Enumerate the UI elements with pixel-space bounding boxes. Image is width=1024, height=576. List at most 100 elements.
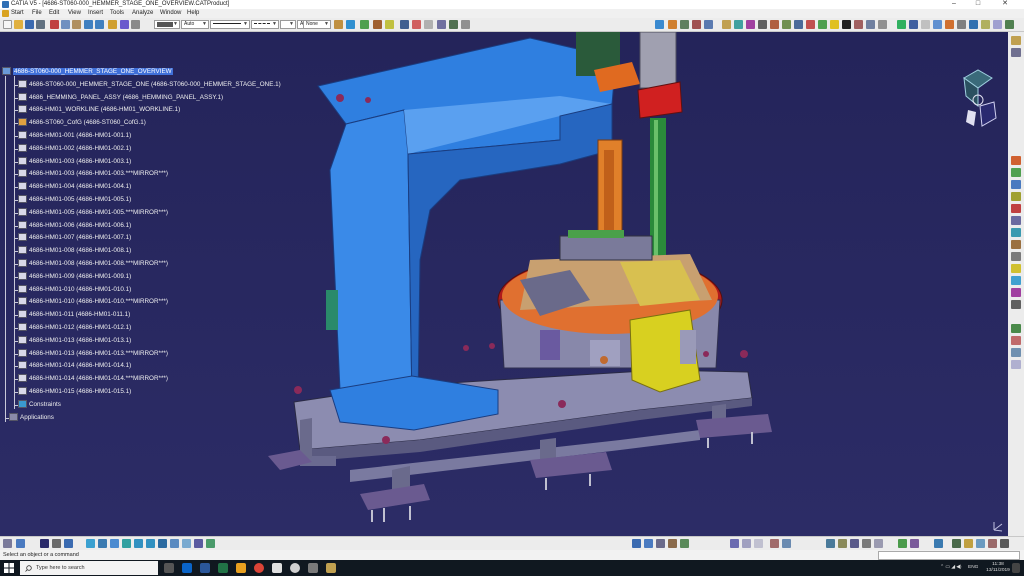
- 3d-viewport[interactable]: 4686-ST060-000_HEMMER_STAGE_ONE_OVERVIEW…: [0, 32, 1008, 536]
- measure-bottom-icon[interactable]: [742, 539, 751, 548]
- manipulation-icon[interactable]: [722, 20, 731, 29]
- comment-icon[interactable]: [16, 539, 25, 548]
- tree-item[interactable]: 4686-HM01-009 (4686-HM01-009.1): [18, 271, 131, 282]
- pan-icon[interactable]: [110, 539, 119, 548]
- apply-material-icon[interactable]: [424, 20, 433, 29]
- tree-item[interactable]: 4686-HM01-008 (4686-HM01-008.1): [18, 246, 131, 256]
- start-menu-icon[interactable]: [2, 10, 9, 17]
- specification-tree[interactable]: 4686-ST060-000_HEMMER_STAGE_ONE_OVERVIEW…: [0, 67, 330, 432]
- flexible-icon[interactable]: [981, 20, 990, 29]
- bill-of-material-icon[interactable]: [1011, 240, 1021, 249]
- assembly-constraint-icon[interactable]: [1011, 156, 1021, 165]
- app2-icon[interactable]: [308, 563, 318, 573]
- macro-icon[interactable]: [400, 20, 409, 29]
- knowledge-bottom-icon[interactable]: [898, 539, 907, 548]
- menu-window[interactable]: Window: [160, 9, 181, 18]
- move-icon[interactable]: [1011, 228, 1021, 237]
- task-view-icon[interactable]: [164, 563, 174, 573]
- light-bottom-icon[interactable]: [964, 539, 973, 548]
- undo-icon[interactable]: [84, 20, 93, 29]
- fix-component-icon[interactable]: [854, 20, 863, 29]
- tree-item[interactable]: 4686-HM01_WORKLINE (4686-HM01_WORKLINE.1…: [18, 105, 180, 115]
- save-icon[interactable]: [25, 20, 34, 29]
- coincidence-constraint-icon[interactable]: [806, 20, 815, 29]
- tree-item[interactable]: 4686-ST060-000_HEMMER_STAGE_ONE (4686-ST…: [18, 79, 281, 90]
- select-icon[interactable]: [40, 539, 49, 548]
- tree-item[interactable]: 4686-HM01-007 (4686-HM01-007.1): [18, 233, 131, 243]
- fly-icon[interactable]: [86, 539, 95, 548]
- open-icon[interactable]: [14, 20, 23, 29]
- maximize-button[interactable]: □: [968, 0, 988, 9]
- tree-item[interactable]: 4686-HM01-014 (4686-HM01-014.***MIRROR**…: [18, 374, 168, 384]
- word-icon[interactable]: [200, 563, 210, 573]
- taskbar-search-box[interactable]: Type here to search: [20, 561, 158, 575]
- zoom-out-icon[interactable]: [146, 539, 155, 548]
- update-icon[interactable]: [866, 20, 875, 29]
- menu-insert[interactable]: Insert: [88, 9, 103, 18]
- graph-tree-icon[interactable]: [692, 20, 701, 29]
- section-bottom-icon[interactable]: [680, 539, 689, 548]
- workbench-bottom-icon[interactable]: [934, 539, 943, 548]
- clash-bottom-icon[interactable]: [668, 539, 677, 548]
- zoom-in-icon[interactable]: [134, 539, 143, 548]
- quick-constraint-icon[interactable]: [1011, 180, 1021, 189]
- tree-item[interactable]: 4686-HM01-003 (4686-HM01-003.1): [18, 156, 131, 167]
- product-structure-icon[interactable]: [655, 20, 664, 29]
- explode-bottom-icon[interactable]: [656, 539, 665, 548]
- transparency-combo[interactable]: Auto ▼: [181, 20, 209, 29]
- tree-item[interactable]: Constraints: [18, 399, 61, 410]
- contact-constraint-icon[interactable]: [818, 20, 827, 29]
- space-analysis-icon[interactable]: [1011, 252, 1021, 261]
- paste-icon[interactable]: [72, 20, 81, 29]
- fly-mode-icon[interactable]: [1011, 36, 1021, 45]
- fix-together-icon[interactable]: [1011, 168, 1021, 177]
- normal-view-icon[interactable]: [158, 539, 167, 548]
- excel-icon[interactable]: [218, 563, 228, 573]
- fit-all-in-icon[interactable]: [98, 539, 107, 548]
- menu-edit[interactable]: Edit: [49, 9, 59, 18]
- line-weight-combo[interactable]: ▼: [210, 20, 250, 29]
- menu-analyze[interactable]: Analyze: [132, 9, 153, 18]
- measure-icon[interactable]: [412, 20, 421, 29]
- format-icon[interactable]: [131, 20, 140, 29]
- annotation-icon[interactable]: [945, 20, 954, 29]
- generate-numbering-icon[interactable]: [704, 20, 713, 29]
- render-bottom-icon[interactable]: [782, 539, 791, 548]
- fit-all-icon[interactable]: [1011, 48, 1021, 57]
- close-button[interactable]: ✕: [995, 0, 1015, 9]
- properties-bottom-icon[interactable]: [874, 539, 883, 548]
- angle-constraint-icon[interactable]: [842, 20, 851, 29]
- catalog-browser-icon[interactable]: [909, 20, 918, 29]
- parameters-bottom-icon[interactable]: [910, 539, 919, 548]
- compass-icon[interactable]: [956, 66, 1000, 136]
- tree-item[interactable]: 4686-ST060_CofG (4686-ST060_CofG.1): [18, 118, 146, 128]
- tree-item[interactable]: 4686-HM01-002 (4686-HM01-002.1): [18, 143, 131, 154]
- file-explorer-icon[interactable]: [236, 563, 246, 573]
- tree-item[interactable]: 4686-HM01-001 (4686-HM01-001.1): [18, 131, 131, 141]
- enhanced-scene-icon[interactable]: [1011, 336, 1021, 345]
- app-icon[interactable]: [272, 563, 282, 573]
- catia-taskbar-icon[interactable]: [290, 563, 300, 573]
- tree-item[interactable]: 4686-HM01-015 (4686-HM01-015.1): [18, 387, 131, 397]
- point-combo[interactable]: ▼: [280, 20, 296, 29]
- more-tools-icon[interactable]: [1011, 360, 1021, 369]
- publication-icon[interactable]: [1011, 348, 1021, 357]
- capture-icon[interactable]: [1011, 288, 1021, 297]
- lock-bottom-icon[interactable]: [826, 539, 835, 548]
- distance-icon[interactable]: [794, 20, 803, 29]
- color-combo[interactable]: ▼: [154, 20, 180, 29]
- isometric-view-icon[interactable]: [182, 539, 191, 548]
- annotation-text-icon[interactable]: [1011, 264, 1021, 273]
- mirror-bottom-icon[interactable]: [770, 539, 779, 548]
- menu-help[interactable]: Help: [187, 9, 199, 18]
- inertia-bottom-icon[interactable]: [754, 539, 763, 548]
- tree-item[interactable]: 4686-HM01-010 (4686-HM01-010.***MIRROR**…: [18, 297, 168, 307]
- tools-bottom-icon[interactable]: [1000, 539, 1009, 548]
- tree-item[interactable]: 4686-HM01-005 (4686-HM01-005.***MIRROR**…: [18, 207, 168, 218]
- weld-icon[interactable]: [957, 20, 966, 29]
- analysis-bottom-icon[interactable]: [952, 539, 961, 548]
- hide-show-icon[interactable]: [206, 539, 215, 548]
- stop-manipulate-icon[interactable]: [758, 20, 767, 29]
- replace-component-icon[interactable]: [680, 20, 689, 29]
- tree-item[interactable]: 4686_HEMMING_PANEL_ASSY (4686_HEMMING_PA…: [18, 92, 223, 103]
